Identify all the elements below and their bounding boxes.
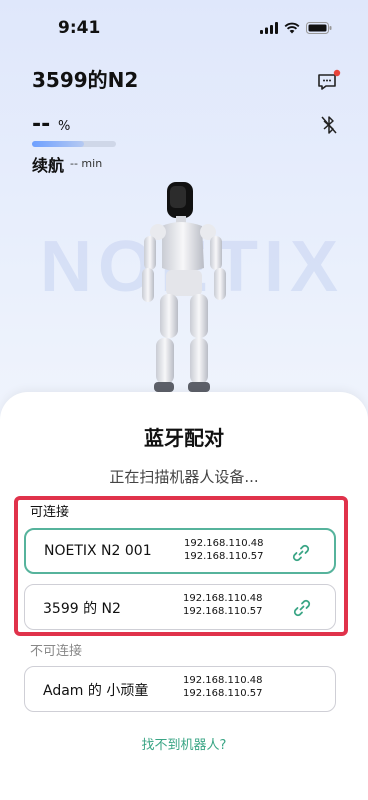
robot-illustration (142, 182, 226, 392)
device-name: Adam 的 小顽童 (43, 683, 149, 699)
device-item-3599-n2[interactable]: 3599 的 N2 192.168.110.48 192.168.110.57 (24, 584, 336, 630)
status-time: 9:41 (58, 18, 101, 38)
battery-bar (32, 141, 116, 147)
robot-name-title: 3599的N2 (32, 68, 139, 92)
device-ip: 192.168.110.48 192.168.110.57 (183, 593, 263, 617)
bluetooth-off-icon (321, 116, 337, 134)
sheet-title: 蓝牙配对 (144, 426, 224, 450)
link-icon[interactable] (291, 597, 313, 619)
battery-status-icon (306, 22, 332, 34)
message-button[interactable] (316, 68, 342, 94)
unavailable-section-label: 不可连接 (30, 644, 83, 659)
wifi-icon (284, 22, 300, 34)
cannot-find-robot-link[interactable]: 找不到机器人? (0, 734, 368, 753)
status-bar: 9:41 (0, 0, 368, 52)
device-item-noetix-n2-001[interactable]: NOETIX N2 001 192.168.110.48 192.168.110… (24, 528, 336, 574)
message-icon (318, 69, 341, 90)
device-ip: 192.168.110.48 192.168.110.57 (184, 538, 264, 562)
status-icons (260, 22, 332, 34)
range-value: -- min (70, 157, 103, 170)
battery-unit: % (58, 119, 71, 134)
connectable-section-label: 可连接 (30, 505, 70, 520)
battery-value: -- (32, 112, 51, 137)
range-label: 续航 (32, 156, 65, 175)
scan-status: 正在扫描机器人设备... (109, 468, 259, 486)
signal-icon (260, 22, 278, 34)
battery-bar-fill (32, 141, 85, 147)
device-item-adam: Adam 的 小顽童 192.168.110.48 192.168.110.57 (24, 666, 336, 712)
device-name: NOETIX N2 001 (44, 543, 152, 559)
bluetooth-off-button[interactable] (318, 114, 340, 136)
device-name: 3599 的 N2 (43, 601, 121, 617)
link-icon[interactable] (290, 542, 312, 564)
device-ip: 192.168.110.48 192.168.110.57 (183, 675, 263, 699)
